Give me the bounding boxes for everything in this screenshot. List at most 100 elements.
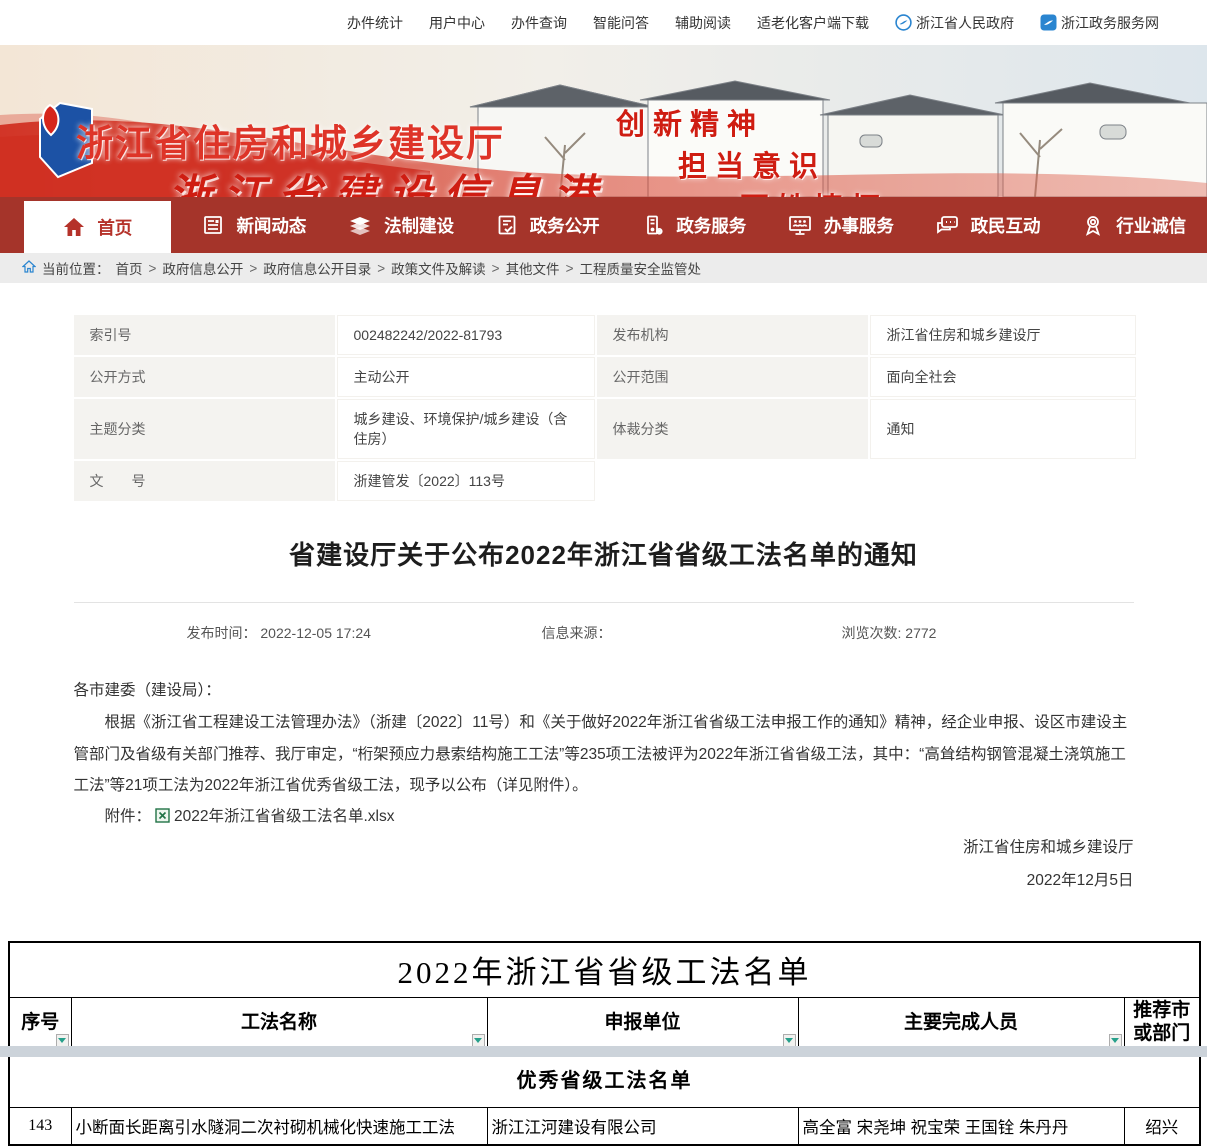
signature-block: 浙江省住房和城乡建设厅 2022年12月5日 bbox=[74, 832, 1134, 897]
publish-time-label: 发布时间： bbox=[187, 625, 257, 641]
crumb-gov-info[interactable]: 政府信息公开 bbox=[162, 258, 243, 278]
col-header-org: 申报单位 bbox=[487, 997, 798, 1049]
banner-slogan-responsibility: 担当意识 bbox=[678, 143, 826, 185]
meta-label-genre: 体裁分类 bbox=[597, 399, 868, 459]
filter-icon[interactable] bbox=[783, 1034, 796, 1047]
article-content: 索引号 002482242/2022-81793 发布机构 浙江省住房和城乡建设… bbox=[74, 315, 1134, 897]
worklist-title: 2022年浙江省省级工法名单 bbox=[9, 942, 1200, 997]
meta-value-open-scope: 面向全社会 bbox=[870, 357, 1136, 397]
meta-label-issuer: 发布机构 bbox=[597, 315, 868, 355]
zj-gov-label: 浙江省人民政府 bbox=[916, 13, 1014, 33]
worklist-table: 2022年浙江省省级工法名单 序号 工法名称 申报单位 主要完成人员 推荐市或部… bbox=[8, 941, 1201, 1146]
zj-service-label: 浙江政务服务网 bbox=[1061, 13, 1159, 33]
title-divider bbox=[74, 602, 1134, 603]
home-icon bbox=[62, 215, 86, 239]
meta-value-genre: 通知 bbox=[870, 399, 1136, 459]
crumb-other-docs[interactable]: 其他文件 bbox=[506, 258, 560, 278]
document-check-icon bbox=[495, 213, 519, 237]
breadcrumb-separator: > bbox=[249, 261, 257, 276]
article-body: 各市建委（建设局）： 根据《浙江省工程建设工法管理办法》（浙建〔2022〕11号… bbox=[74, 675, 1134, 802]
zj-gov-logo-icon bbox=[895, 14, 912, 31]
col-header-name: 工法名称 bbox=[71, 997, 487, 1049]
header-banner: 浙江省住房和城乡建设厅 浙江省建设信息港 创新精神 担当意识 百姓情怀 bbox=[0, 45, 1207, 197]
cell-city: 绍兴 bbox=[1124, 1107, 1200, 1145]
attachment-line: 附件： 2022年浙江省省级工法名单.xlsx bbox=[74, 804, 1134, 826]
breadcrumb: 当前位置： 首页 > 政府信息公开 > 政府信息公开目录 > 政策文件及解读 >… bbox=[0, 253, 1207, 283]
table-row: 143 小断面长距离引水隧洞二次衬砌机械化快速施工工法 浙江江河建设有限公司 高… bbox=[9, 1107, 1200, 1145]
article-meta-row: 发布时间： 2022-12-05 17:24 信息来源： 浏览次数: 2772 bbox=[74, 623, 1134, 643]
nav-label-home: 首页 bbox=[97, 215, 132, 240]
view-count-label: 浏览次数: bbox=[842, 625, 902, 641]
nav-label-gov-open: 政务公开 bbox=[530, 213, 600, 238]
col-header-city: 推荐市或部门 bbox=[1124, 997, 1200, 1049]
filter-icon[interactable] bbox=[1109, 1034, 1122, 1047]
main-nav: 首页 新闻动态 法制建设 政务公开 政务服务 办事服务 政民互动 bbox=[0, 197, 1207, 253]
nav-item-gov-open[interactable]: 政务公开 bbox=[474, 197, 621, 253]
nav-label-news: 新闻动态 bbox=[236, 213, 306, 238]
page-title: 省建设厅关于公布2022年浙江省省级工法名单的通知 bbox=[74, 535, 1134, 572]
meta-label-open-mode: 公开方式 bbox=[74, 357, 335, 397]
col-header-no: 序号 bbox=[9, 997, 71, 1049]
banner-slogan-innovation: 创新精神 bbox=[616, 101, 764, 143]
banner-site-name: 浙江省建设信息港 bbox=[168, 161, 608, 197]
nav-item-work-service[interactable]: 办事服务 bbox=[767, 197, 914, 253]
info-source: 信息来源： bbox=[542, 623, 842, 643]
nav-label-gov-service: 政务服务 bbox=[676, 213, 746, 238]
breadcrumb-separator: > bbox=[149, 261, 157, 276]
medal-icon bbox=[1081, 213, 1105, 237]
salutation: 各市建委（建设局）： bbox=[74, 675, 1134, 707]
nav-item-home[interactable]: 首页 bbox=[24, 201, 171, 253]
col-header-people: 主要完成人员 bbox=[798, 997, 1124, 1049]
meta-empty-cell bbox=[597, 461, 868, 501]
topbar-link-stats[interactable]: 办件统计 bbox=[347, 13, 403, 33]
publish-time-value: 2022-12-05 17:24 bbox=[260, 625, 371, 641]
filter-icon[interactable] bbox=[56, 1034, 69, 1047]
nav-item-gov-service[interactable]: 政务服务 bbox=[621, 197, 768, 253]
breadcrumb-separator: > bbox=[566, 261, 574, 276]
signature-date: 2022年12月5日 bbox=[74, 865, 1134, 898]
meta-label-index: 索引号 bbox=[74, 315, 335, 355]
banner-slogan-people: 百姓情怀 bbox=[740, 185, 888, 197]
excel-file-icon bbox=[155, 808, 170, 823]
topbar-link-user-center[interactable]: 用户中心 bbox=[429, 13, 485, 33]
nav-label-interaction: 政民互动 bbox=[971, 213, 1041, 238]
crumb-policy-docs[interactable]: 政策文件及解读 bbox=[391, 258, 486, 278]
nav-item-news[interactable]: 新闻动态 bbox=[181, 197, 328, 253]
nav-item-integrity[interactable]: 行业诚信 bbox=[1060, 197, 1207, 253]
topbar-link-query[interactable]: 办件查询 bbox=[511, 13, 567, 33]
topbar-link-elder-client[interactable]: 适老化客户端下载 bbox=[757, 13, 869, 33]
worklist-table-wrap: 2022年浙江省省级工法名单 序号 工法名称 申报单位 主要完成人员 推荐市或部… bbox=[8, 941, 1199, 1146]
monitor-people-icon bbox=[787, 213, 813, 237]
nav-item-interaction[interactable]: 政民互动 bbox=[914, 197, 1061, 253]
kiosk-gear-icon bbox=[641, 213, 665, 237]
topbar-link-assist-reading[interactable]: 辅助阅读 bbox=[675, 13, 731, 33]
doc-meta-table: 索引号 002482242/2022-81793 发布机构 浙江省住房和城乡建设… bbox=[74, 315, 1134, 501]
topbar-link-zj-gov[interactable]: 浙江省人民政府 bbox=[895, 13, 1014, 33]
attachment-link[interactable]: 2022年浙江省省级工法名单.xlsx bbox=[174, 804, 394, 826]
meta-label-open-scope: 公开范围 bbox=[597, 357, 868, 397]
cell-no: 143 bbox=[9, 1107, 71, 1145]
breadcrumb-prefix: 当前位置： bbox=[42, 258, 110, 278]
topbar-link-smart-qa[interactable]: 智能问答 bbox=[593, 13, 649, 33]
meta-value-topic: 城乡建设、环境保护/城乡建设（含住房） bbox=[337, 399, 595, 459]
topbar-link-zj-service[interactable]: 浙江政务服务网 bbox=[1040, 13, 1159, 33]
info-source-label: 信息来源： bbox=[542, 625, 612, 641]
crumb-gov-info-catalog[interactable]: 政府信息公开目录 bbox=[263, 258, 371, 278]
meta-value-doc-number: 浙建管发〔2022〕113号 bbox=[337, 461, 595, 501]
books-stack-icon bbox=[347, 213, 373, 237]
zj-service-logo-icon bbox=[1040, 14, 1057, 31]
meta-label-doc-number: 文 号 bbox=[74, 461, 335, 501]
filter-icon[interactable] bbox=[472, 1034, 485, 1047]
banner-org-name: 浙江省住房和城乡建设厅 bbox=[76, 113, 505, 167]
crumb-quality-dept[interactable]: 工程质量安全监管处 bbox=[579, 258, 701, 278]
cell-people: 高全富 宋尧坤 祝宝荣 王国铨 朱丹丹 bbox=[798, 1107, 1124, 1145]
crumb-home[interactable]: 首页 bbox=[116, 258, 143, 278]
view-count: 浏览次数: 2772 bbox=[842, 623, 937, 643]
body-paragraph: 根据《浙江省工程建设工法管理办法》（浙建〔2022〕11号）和《关于做好2022… bbox=[74, 707, 1134, 802]
attachment-label: 附件： bbox=[105, 804, 152, 826]
signature-org: 浙江省住房和城乡建设厅 bbox=[74, 832, 1134, 865]
meta-value-open-mode: 主动公开 bbox=[337, 357, 595, 397]
cell-org: 浙江江河建设有限公司 bbox=[487, 1107, 798, 1145]
page-bottom-strip bbox=[0, 1046, 1207, 1057]
nav-item-legal[interactable]: 法制建设 bbox=[327, 197, 474, 253]
